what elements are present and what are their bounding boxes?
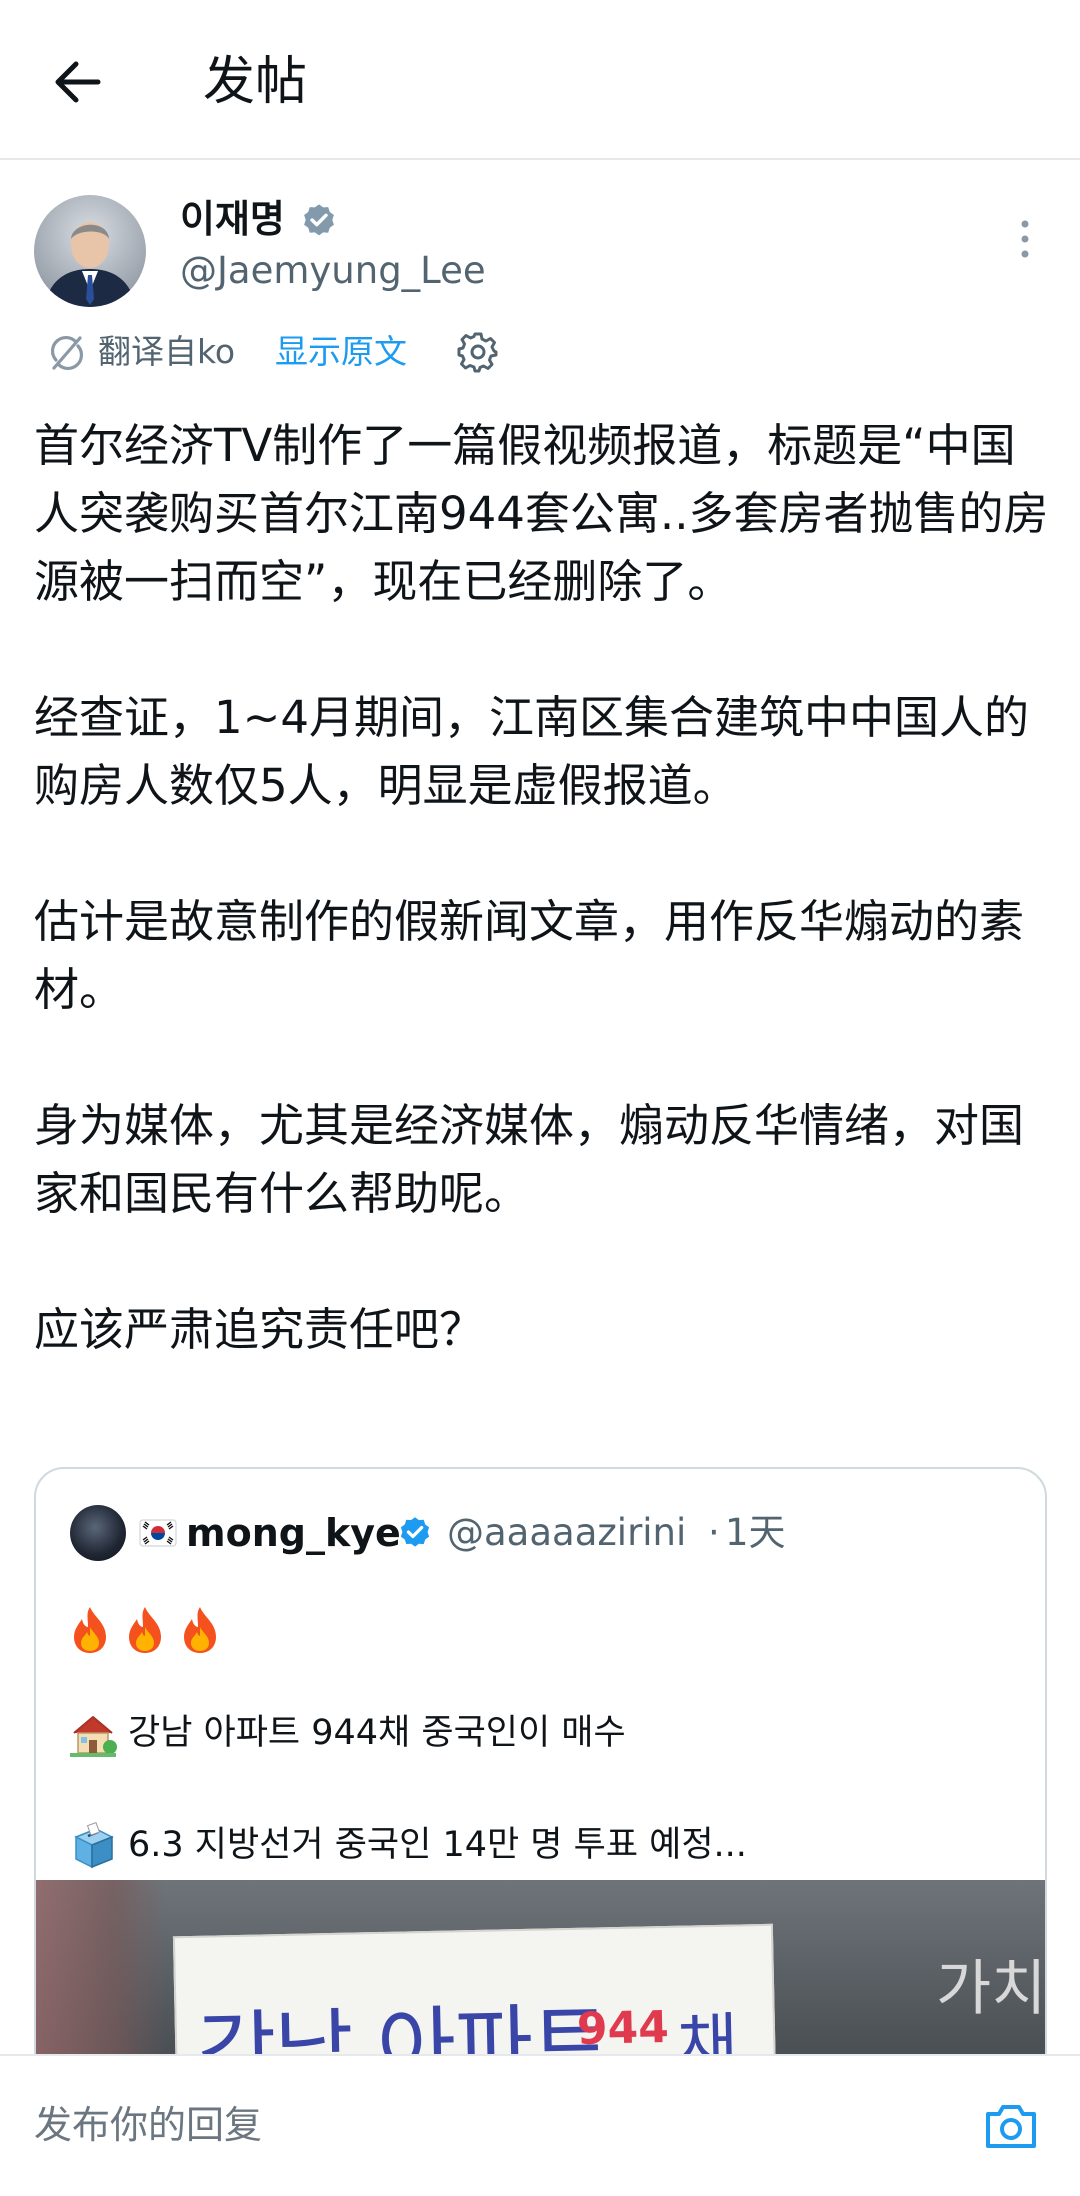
image-background-text: 가치: [936, 1954, 1047, 2024]
verified-badge-icon: [304, 204, 334, 236]
separator-dot: ·: [708, 1511, 720, 1554]
fire-icon: [74, 1607, 106, 1653]
show-original-link[interactable]: 显示原文: [275, 328, 407, 376]
quoted-author-name[interactable]: mong_kye: [186, 1505, 401, 1561]
verified-badge-icon: [400, 1517, 430, 1547]
reply-composer-bar: 发布你的回复: [0, 2054, 1080, 2196]
page-title: 发帖: [203, 52, 308, 112]
quoted-text-line: 강남 아파트 944채 중국인이 매수: [128, 1713, 626, 1753]
tweet-paragraph: 身为媒体，尤其是经济媒体，煽动反华情绪，对国家和国民有什么帮助呢。: [34, 1099, 1025, 1220]
fire-icon: [129, 1607, 162, 1653]
tweet-paragraph: 经查证，1~4月期间，江南区集合建筑中中国人的购房人数仅5人，明显是虚假报道。: [34, 691, 1029, 812]
author-handle[interactable]: @Jaemyung_Lee: [180, 246, 486, 296]
sign-number: 944: [576, 2001, 670, 2055]
author-name[interactable]: 이재명: [180, 194, 285, 244]
fire-emoji-row: [68, 1605, 228, 1659]
quoted-text-line: 6.3 지방선거 중국인 14만 명 투표 예정...: [128, 1825, 747, 1865]
more-options-button[interactable]: [1010, 214, 1040, 264]
reply-input[interactable]: 发布你的回复: [34, 2100, 262, 2150]
arrow-left-icon: [55, 61, 101, 103]
tweet-paragraph: 首尔经济TV制作了一篇假视频报道，标题是“中国人突袭购买首尔江南944套公寓..…: [34, 419, 1049, 608]
south-korea-flag-icon: [139, 1519, 177, 1547]
translate-icon: [50, 335, 84, 371]
tweet-paragraph: 应该严肃追究责任吧？: [34, 1303, 485, 1356]
quoted-timestamp: 1天: [725, 1511, 786, 1554]
quoted-author-handle[interactable]: @aaaaazirini: [447, 1505, 686, 1561]
camera-button[interactable]: [982, 2100, 1040, 2152]
tweet-text: 首尔经济TV制作了一篇假视频报道，标题是“中国人突袭购买首尔江南944套公寓..…: [34, 412, 1049, 1364]
translation-settings-button[interactable]: [456, 330, 500, 374]
house-with-garden-icon: [70, 1716, 117, 1757]
camera-icon: [986, 2105, 1036, 2148]
ballot-box-icon: [74, 1821, 114, 1869]
quoted-author-avatar[interactable]: [70, 1505, 126, 1561]
translated-from-label: 翻译自ko: [98, 332, 236, 371]
gear-icon: [457, 332, 498, 373]
back-button[interactable]: [46, 50, 110, 114]
more-vertical-icon: [1021, 220, 1029, 258]
author-avatar[interactable]: [34, 195, 146, 307]
top-app-bar: 发帖: [0, 0, 1080, 160]
tweet-paragraph: 估计是故意制作的假新闻文章，用作反华煽动的素材。: [34, 895, 1025, 1016]
avatar-image: [34, 195, 146, 307]
post-detail-screen: 发帖 이재명 @Jaemyung_Lee 翻译自ko 显示原文 首尔经济TV制作…: [0, 0, 1080, 2196]
fire-icon: [184, 1607, 217, 1653]
